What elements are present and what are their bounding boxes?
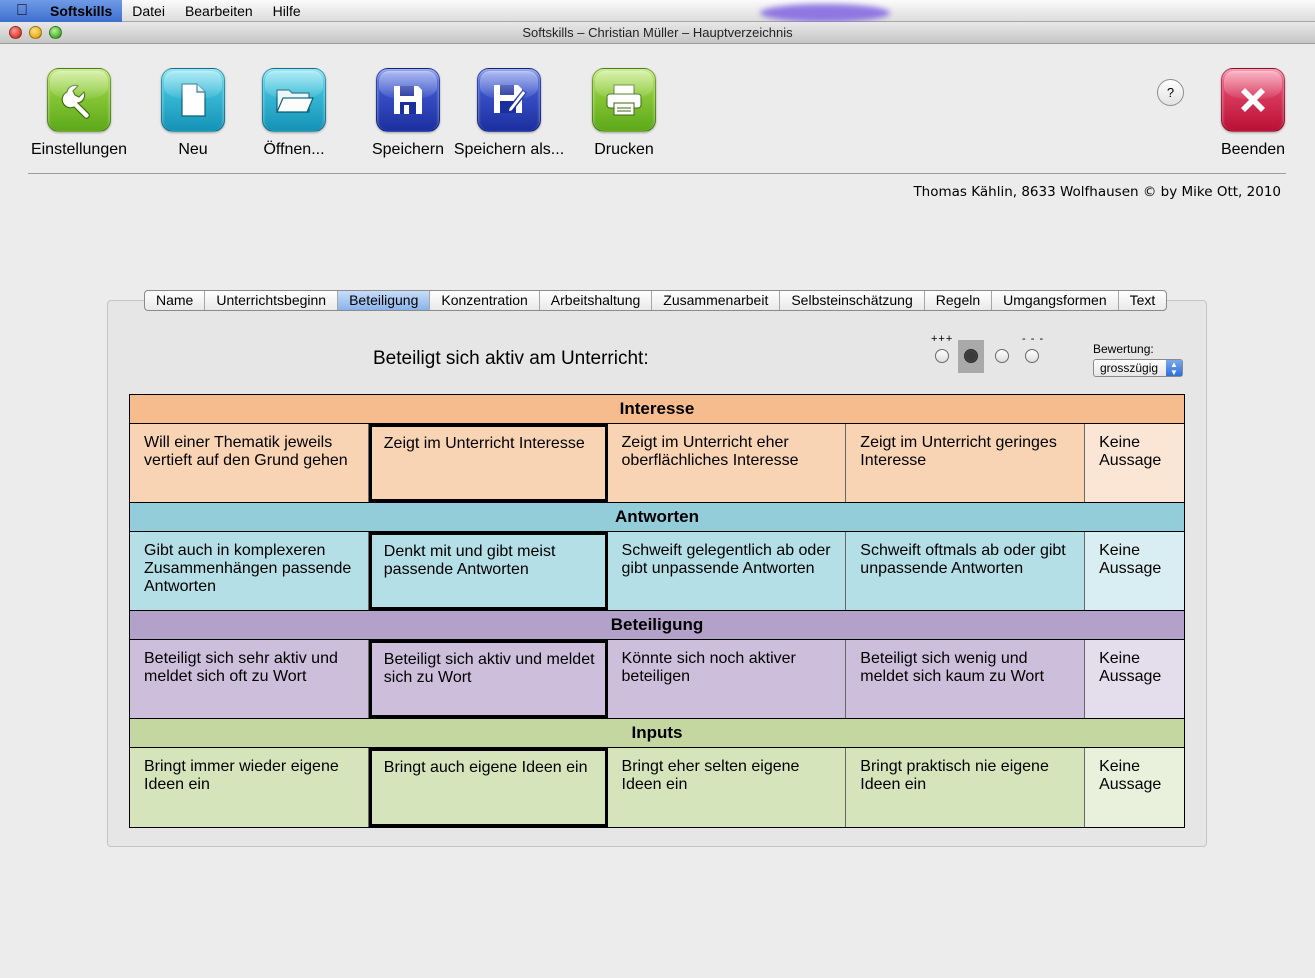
tab-unterrichtsbeginn[interactable]: Unterrichtsbeginn xyxy=(204,291,337,310)
grid-cell[interactable]: Will einer Thematik jeweils vertieft auf… xyxy=(130,424,369,502)
tab-beteiligung[interactable]: Beteiligung xyxy=(337,291,430,310)
section-header: Antworten xyxy=(130,503,1184,532)
grid-cell-selected[interactable]: Beteiligt sich aktiv und meldet sich zu … xyxy=(368,640,608,718)
grid-cell-no-statement[interactable]: Keine Aussage xyxy=(1085,640,1184,718)
grid-cell-no-statement[interactable]: Keine Aussage xyxy=(1085,532,1184,610)
settings-button[interactable]: Einstellungen xyxy=(28,68,130,159)
quit-label: Beenden xyxy=(1220,141,1286,158)
grid-cell-no-statement[interactable]: Keine Aussage xyxy=(1085,424,1184,502)
menu-hilfe[interactable]: Hilfe xyxy=(263,0,311,22)
save-as-label: Speichern als... xyxy=(453,141,565,158)
new-label: Neu xyxy=(178,141,208,158)
folder-icon xyxy=(262,68,326,132)
grid-cell-selected[interactable]: Zeigt im Unterricht Interesse xyxy=(368,424,608,502)
assessment-grid: Interesse Will einer Thematik jeweils ve… xyxy=(129,394,1185,828)
new-document-icon xyxy=(161,68,225,132)
menu-app-name[interactable]: Softskills xyxy=(40,0,123,22)
section-header: Interesse xyxy=(130,395,1184,424)
help-button[interactable]: ? xyxy=(1157,79,1184,106)
section-inputs: Inputs Bringt immer wieder eigene Ideen … xyxy=(130,719,1184,827)
open-label: Öffnen... xyxy=(263,141,325,158)
grid-cell-selected[interactable]: Bringt auch eigene Ideen ein xyxy=(368,748,608,827)
section-antworten: Antworten Gibt auch in komplexeren Zusam… xyxy=(130,503,1184,611)
printer-icon xyxy=(592,68,656,132)
menu-datei[interactable]: Datei xyxy=(122,0,175,22)
select-arrows-icon: ▲ ▼ xyxy=(1166,360,1182,377)
tab-selbsteinschaetzung[interactable]: Selbsteinschätzung xyxy=(779,291,923,310)
grid-cell[interactable]: Beteiligt sich sehr aktiv und meldet sic… xyxy=(130,640,369,718)
grid-cell[interactable]: Zeigt im Unterricht geringes Interesse xyxy=(846,424,1086,502)
grid-cell[interactable]: Zeigt im Unterricht eher oberflächliches… xyxy=(607,424,847,502)
grid-cell[interactable]: Schweift oftmals ab oder gibt unpassende… xyxy=(846,532,1086,610)
save-button[interactable]: Speichern xyxy=(370,68,446,159)
section-header: Beteiligung xyxy=(130,611,1184,640)
tab-umgangsformen[interactable]: Umgangsformen xyxy=(991,291,1118,310)
save-label: Speichern xyxy=(371,141,445,158)
background-blob xyxy=(760,4,890,22)
window-title: Softskills – Christian Müller – Hauptver… xyxy=(522,25,793,40)
tab-konzentration[interactable]: Konzentration xyxy=(429,291,538,310)
open-button[interactable]: Öffnen... xyxy=(258,68,330,159)
quit-button[interactable]: Beenden xyxy=(1218,68,1288,159)
section-header: Inputs xyxy=(130,719,1184,748)
radio-option-1[interactable] xyxy=(935,349,949,363)
print-button[interactable]: Drucken xyxy=(592,68,656,159)
rating-select-value: grosszügig xyxy=(1100,361,1159,375)
toolbar-separator xyxy=(28,173,1286,174)
close-x-icon xyxy=(1221,68,1285,132)
tab-bar: Name Unterrichtsbeginn Beteiligung Konze… xyxy=(144,290,1168,311)
grid-cell[interactable]: Schweift gelegentlich ab oder gibt unpas… xyxy=(607,532,847,610)
grid-cell[interactable]: Bringt eher selten eigene Ideen ein xyxy=(607,748,847,827)
radio-option-3[interactable] xyxy=(995,349,1009,363)
rating-select[interactable]: grosszügig ▲ ▼ xyxy=(1093,359,1183,377)
grid-cell[interactable]: Bringt praktisch nie eigene Ideen ein xyxy=(846,748,1086,827)
save-as-button[interactable]: Speichern als... xyxy=(452,68,566,159)
menu-bar:  Softskills Datei Bearbeiten Hilfe xyxy=(0,0,1315,22)
question-heading: Beteiligt sich aktiv am Unterricht: xyxy=(373,348,649,369)
section-interesse: Interesse Will einer Thematik jeweils ve… xyxy=(130,395,1184,503)
section-beteiligung: Beteiligung Beteiligt sich sehr aktiv un… xyxy=(130,611,1184,719)
credit-text: Thomas Kählin, 8633 Wolfhausen © by Mike… xyxy=(913,184,1281,200)
apple-icon[interactable]:  xyxy=(0,0,44,22)
wrench-icon xyxy=(47,68,111,132)
grid-cell[interactable]: Bringt immer wieder eigene Ideen ein xyxy=(130,748,369,827)
tab-name[interactable]: Name xyxy=(145,291,204,310)
radio-option-4[interactable] xyxy=(1025,349,1039,363)
grid-cell[interactable]: Beteiligt sich wenig und meldet sich kau… xyxy=(846,640,1086,718)
print-label: Drucken xyxy=(594,141,654,158)
tab-regeln[interactable]: Regeln xyxy=(923,291,991,310)
grid-cell[interactable]: Könnte sich noch aktiver beteiligen xyxy=(607,640,847,718)
radio-option-2[interactable] xyxy=(964,349,978,363)
grid-cell[interactable]: Gibt auch in komplexeren Zusammenhängen … xyxy=(130,532,369,610)
window-title-bar: Softskills – Christian Müller – Hauptver… xyxy=(0,22,1315,44)
rating-label: Bewertung: xyxy=(1093,342,1154,356)
new-button[interactable]: Neu xyxy=(160,68,226,159)
grid-cell-selected[interactable]: Denkt mit und gibt meist passende Antwor… xyxy=(368,532,608,610)
settings-label: Einstellungen xyxy=(30,141,128,158)
save-as-icon xyxy=(477,68,541,132)
menu-bearbeiten[interactable]: Bearbeiten xyxy=(175,0,263,22)
grid-cell-no-statement[interactable]: Keine Aussage xyxy=(1085,748,1184,827)
tab-arbeitshaltung[interactable]: Arbeitshaltung xyxy=(538,291,652,310)
tab-zusammenarbeit[interactable]: Zusammenarbeit xyxy=(651,291,779,310)
tab-text[interactable]: Text xyxy=(1117,291,1167,310)
scale-minus-label: - - - xyxy=(1022,333,1045,345)
scale-plus-label: +++ xyxy=(931,333,954,345)
floppy-disk-icon xyxy=(376,68,440,132)
